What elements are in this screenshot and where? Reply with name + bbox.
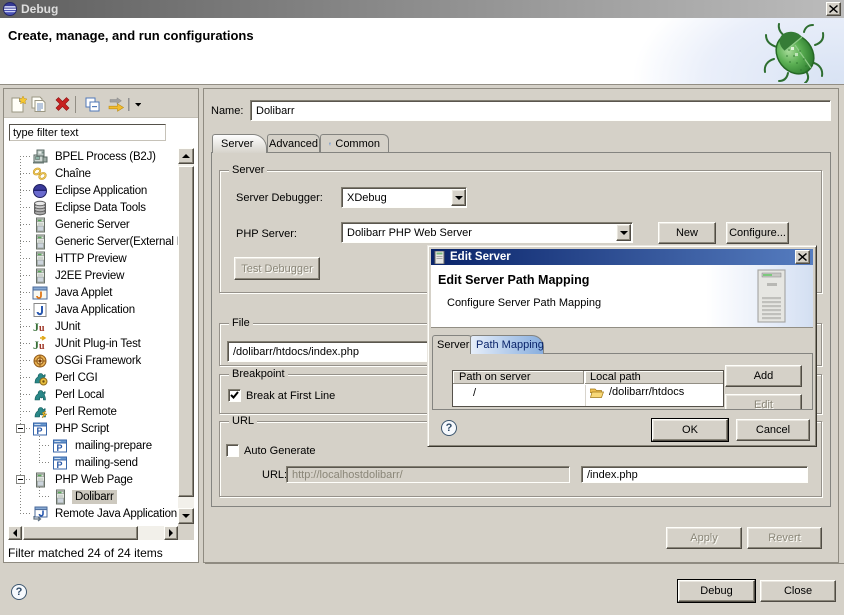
svg-text:P: P xyxy=(37,426,43,436)
svg-text:P: P xyxy=(57,443,63,453)
svg-text:u: u xyxy=(39,323,45,334)
svg-text:u: u xyxy=(39,341,45,352)
svg-text:P: P xyxy=(57,460,63,470)
